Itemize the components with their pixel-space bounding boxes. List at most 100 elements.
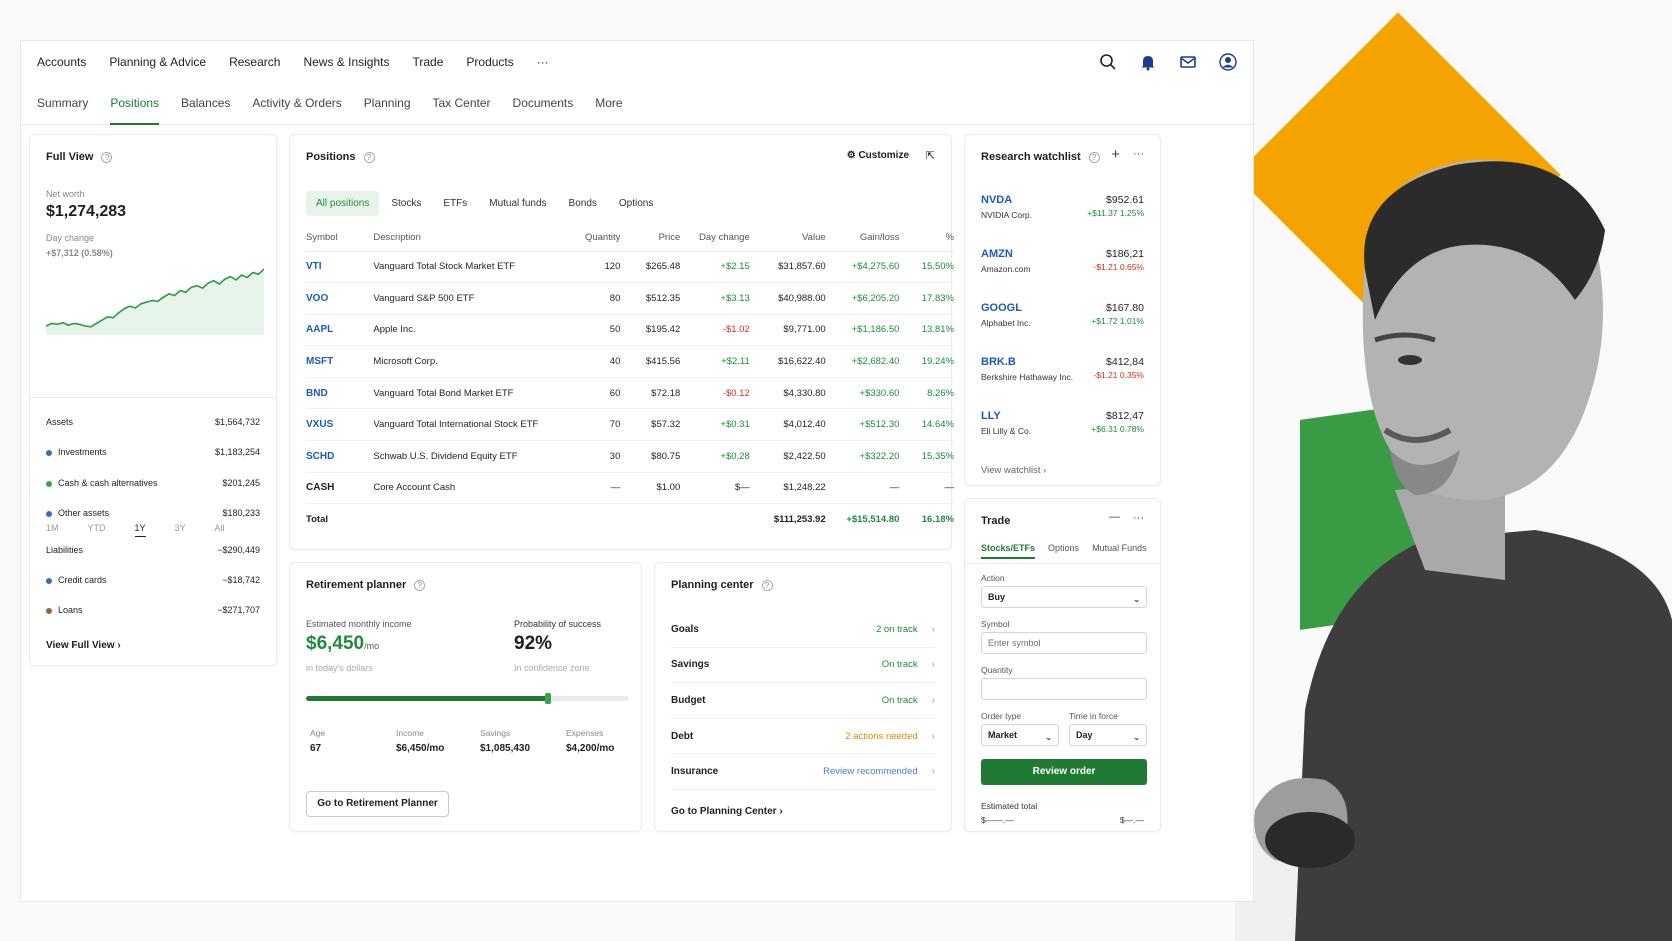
cell-quantity: 60	[573, 377, 621, 410]
planning-row-debt[interactable]: Debt 2 actions needed ›	[671, 719, 935, 755]
mail-icon[interactable]	[1179, 53, 1199, 73]
liability-label: Loans	[58, 605, 83, 615]
filter-all-positions[interactable]: All positions	[306, 191, 380, 216]
table-row[interactable]: VTI Vanguard Total Stock Market ETF 120 $26…	[306, 251, 954, 284]
chevron-right-icon: ›	[931, 694, 935, 706]
action-select[interactable]: Buy ⌄	[981, 586, 1147, 608]
tab-stocks-etfs[interactable]: Stocks/ETFs	[981, 543, 1036, 559]
order-type-select[interactable]: Market ⌄	[981, 724, 1059, 746]
tab-options[interactable]: Options	[1048, 543, 1079, 559]
col-price[interactable]: Price	[620, 225, 681, 252]
table-row[interactable]: CASH Core Account Cash — $1.00 $— $1,248.22— —	[306, 472, 954, 505]
table-row[interactable]: VXUS Vanguard Total International Stock E…	[306, 408, 954, 442]
planning-row-insurance[interactable]: Insurance Review recommended ›	[671, 754, 935, 790]
range-all[interactable]: All	[215, 523, 225, 537]
more-icon[interactable]: ···	[1133, 512, 1144, 524]
col-percent[interactable]: %	[899, 225, 954, 252]
chart-point	[151, 299, 153, 302]
help-icon[interactable]: ?	[1088, 151, 1100, 163]
col-value[interactable]: Value	[749, 225, 826, 252]
range-3y[interactable]: 3Y	[175, 523, 186, 537]
tab-planning[interactable]: Planning	[364, 85, 411, 125]
planning-row-goals[interactable]: Goals 2 on track ›	[671, 612, 935, 648]
tab-positions[interactable]: Positions	[110, 85, 159, 125]
tab-summary[interactable]: Summary	[37, 85, 88, 125]
watchlist-item[interactable]: NVDA NVIDIA Corp. $952.61 +$11.37 1.25%	[981, 194, 1144, 244]
range-ytd[interactable]: YTD	[88, 523, 106, 537]
asset-row-other[interactable]: Other assets $180,233	[46, 508, 260, 518]
nav-planning-advice[interactable]: Planning & Advice	[109, 55, 206, 69]
cell-price: $57.32	[620, 408, 681, 442]
nav-news-insights[interactable]: News & Insights	[303, 55, 389, 69]
tab-activity-orders[interactable]: Activity & Orders	[252, 85, 341, 125]
col-description[interactable]: Description	[373, 225, 574, 252]
progress-marker[interactable]	[545, 693, 552, 704]
help-icon[interactable]: ?	[414, 579, 426, 591]
col-quantity[interactable]: Quantity	[573, 225, 621, 252]
col-day-change[interactable]: Day change	[680, 225, 750, 252]
table-row[interactable]: VOO Vanguard S&P 500 ETF 80 $512.35 +$3.13 $4…	[306, 282, 954, 315]
cell-symbol: BND	[306, 377, 374, 410]
help-icon[interactable]: ?	[101, 151, 113, 163]
asset-row-cash[interactable]: Cash & cash alternatives $201,245	[46, 478, 260, 488]
nav-trade[interactable]: Trade	[413, 55, 444, 69]
profile-icon[interactable]	[1219, 53, 1239, 73]
help-icon[interactable]: ?	[363, 151, 375, 163]
view-watchlist-link[interactable]: View watchlist ›	[981, 465, 1046, 476]
col-symbol[interactable]: Symbol	[306, 225, 374, 252]
tab-tax-center[interactable]: Tax Center	[433, 85, 491, 125]
cell-price: $72.18	[620, 377, 681, 410]
minimize-icon[interactable]: —	[1109, 511, 1120, 523]
range-1y[interactable]: 1Y	[134, 523, 146, 537]
tab-mutual-funds[interactable]: Mutual Funds	[1092, 543, 1147, 559]
more-icon[interactable]: ···	[1133, 148, 1144, 160]
filter-stocks[interactable]: Stocks	[381, 191, 431, 216]
watchlist-item[interactable]: LLY Eli Lilly & Co. $812,47 +$6.31 0.78%	[981, 410, 1144, 460]
watchlist-item[interactable]: AMZN Amazon.com $186,21 -$1.21 0.65%	[981, 248, 1144, 298]
nav-more-menu[interactable]: ···	[537, 55, 549, 69]
table-row[interactable]: MSFT Microsoft Corp. 40 $415.56 +$2.11 $16,62…	[306, 345, 954, 378]
liability-row-credit[interactable]: Credit cards −$18,742	[46, 575, 260, 585]
legend-dot	[46, 607, 52, 614]
table-row[interactable]: BND Vanguard Total Bond Market ETF 60 $72.1…	[306, 377, 954, 410]
filter-options[interactable]: Options	[609, 191, 663, 216]
add-icon[interactable]: +	[1111, 146, 1120, 163]
help-icon[interactable]: ?	[761, 579, 773, 591]
estimated-total-value: $——.—	[981, 815, 1014, 825]
table-row[interactable]: SCHD Schwab U.S. Dividend Equity ETF 30 $80…	[306, 440, 954, 473]
quantity-input[interactable]	[981, 678, 1147, 700]
search-icon[interactable]	[1099, 53, 1119, 73]
watchlist-name: Alphabet Inc.	[981, 318, 1031, 328]
time-in-force-select[interactable]: Day ⌄	[1069, 724, 1147, 746]
asset-row-investments[interactable]: Investments $1,183,254	[46, 447, 260, 457]
table-row[interactable]: AAPL Apple Inc. 50 $195.42 -$1.02 $9,771.00 +$…	[306, 314, 954, 347]
go-to-retirement-planner-button[interactable]: Go to Retirement Planner	[306, 791, 449, 817]
liability-row-loans[interactable]: Loans −$271,707	[46, 605, 260, 615]
nav-products[interactable]: Products	[466, 55, 513, 69]
status-text: On track	[881, 694, 918, 706]
col-gain-loss[interactable]: Gain/loss	[825, 225, 900, 252]
nav-research[interactable]: Research	[229, 55, 280, 69]
planning-row-budget[interactable]: Budget On track ›	[671, 683, 935, 719]
tab-balances[interactable]: Balances	[181, 85, 230, 125]
watchlist-change: +$6.31 0.78%	[1091, 424, 1144, 434]
bell-icon[interactable]	[1139, 53, 1159, 73]
external-link-icon[interactable]: ⇱	[926, 149, 935, 162]
symbol-input[interactable]	[981, 632, 1147, 654]
tab-more[interactable]: More	[595, 85, 622, 125]
chart-point	[201, 287, 204, 289]
watchlist-item[interactable]: GOOGL Alphabet Inc. $167.80 +$1.72 1.01%	[981, 302, 1144, 352]
filter-mutual-funds[interactable]: Mutual funds	[479, 191, 556, 216]
nav-accounts[interactable]: Accounts	[37, 55, 86, 69]
filter-etfs[interactable]: ETFs	[433, 191, 477, 216]
filter-bonds[interactable]: Bonds	[559, 191, 607, 216]
planning-row-savings[interactable]: Savings On track ›	[671, 648, 935, 684]
watchlist-item[interactable]: BRK.B Berkshire Hathaway Inc. $412,84 -$1.2…	[981, 356, 1144, 406]
income-amount: $6,450	[306, 633, 365, 654]
view-full-view-link[interactable]: View Full View ›	[46, 640, 121, 651]
review-order-button[interactable]: Review order	[981, 759, 1147, 785]
customize-button[interactable]: ⚙ Customize	[847, 150, 909, 161]
tab-documents[interactable]: Documents	[513, 85, 574, 125]
go-to-planning-center-link[interactable]: Go to Planning Center ›	[671, 806, 783, 817]
range-1m[interactable]: 1M	[46, 523, 59, 537]
